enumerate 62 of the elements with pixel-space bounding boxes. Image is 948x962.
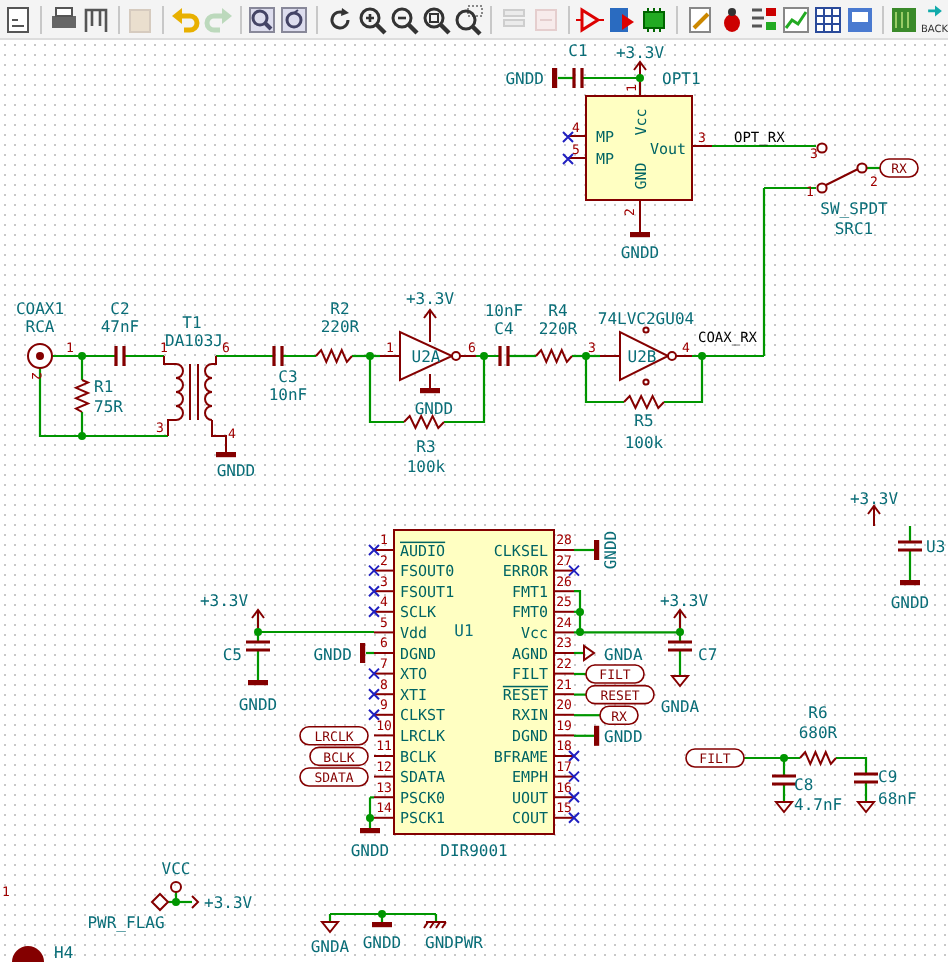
power-label: GNDD [362, 934, 402, 952]
power-label: GNDD [313, 646, 352, 664]
reference-label: OPT1 [662, 70, 701, 88]
reference-label: U2B [627, 348, 657, 366]
power-label: GNDD [890, 594, 930, 612]
power-label: GNDA [604, 646, 643, 664]
reference-label: R5 [634, 412, 654, 430]
power-label: GNDD [238, 696, 278, 714]
power-label: GNDPWR [425, 934, 483, 952]
power-label: +3.3V [615, 44, 665, 62]
power-label: +3.3V [849, 490, 899, 508]
reference-label: R3 [416, 438, 436, 456]
value-label: 4.7nF [794, 796, 843, 814]
value-label: SW_SPDT [820, 200, 888, 218]
power-label: +3.3V [204, 894, 253, 912]
reference-label: C7 [698, 646, 718, 664]
value-label: 74LVC2GU04 [597, 310, 695, 328]
power-label: GNDD [602, 530, 620, 570]
reference-label: R2 [330, 300, 350, 318]
reference-label: T1 [182, 314, 202, 332]
reference-label: U3 [926, 538, 946, 556]
value-label: DIR9001 [440, 842, 508, 860]
power-label: GNDD [216, 462, 256, 480]
power-label: GNDD [350, 842, 390, 860]
reference-label: C4 [494, 320, 514, 338]
value-label: DA103J [165, 332, 223, 350]
value-label: 680R [798, 724, 838, 742]
value-label: PWR_FLAG [87, 914, 165, 932]
reference-label: R1 [94, 378, 114, 396]
reference-label: C8 [794, 776, 814, 794]
value-label: 10nF [484, 302, 524, 320]
reference-label: C5 [222, 646, 242, 664]
reference-label: H4 [54, 944, 74, 962]
reference-label: R4 [548, 302, 568, 320]
reference-label: R6 [808, 704, 828, 722]
value-label: 220R [320, 318, 360, 336]
value-label: 75R [94, 398, 123, 416]
value-label: 100k [624, 434, 664, 452]
reference-label: U1 [454, 622, 474, 640]
reference-label: C1 [568, 42, 588, 60]
power-label: GNDA [310, 938, 350, 956]
reference-label: C2 [110, 300, 130, 318]
value-label: 68nF [878, 790, 917, 808]
value-label: RCA [25, 318, 55, 336]
value-label: 100k [406, 458, 446, 476]
reference-label: SRC1 [834, 220, 874, 238]
reference-label: C3 [278, 368, 298, 386]
reference-label: C9 [878, 768, 898, 786]
value-label: 47nF [100, 318, 140, 336]
power-label: GNDD [620, 244, 660, 262]
power-label: +3.3V [199, 592, 249, 610]
power-label: GNDD [414, 400, 454, 418]
reference-label: COAX1 [15, 300, 65, 318]
reference-label: U2A [411, 348, 441, 366]
value-label: 220R [538, 320, 578, 338]
power-label: GNDD [604, 728, 643, 746]
value-label: 10nF [268, 386, 308, 404]
power-label: GNDD [505, 70, 544, 88]
power-label: +3.3V [405, 290, 455, 308]
power-label: +3.3V [659, 592, 709, 610]
power-label: VCC [161, 860, 191, 878]
power-label: GNDA [660, 698, 700, 716]
